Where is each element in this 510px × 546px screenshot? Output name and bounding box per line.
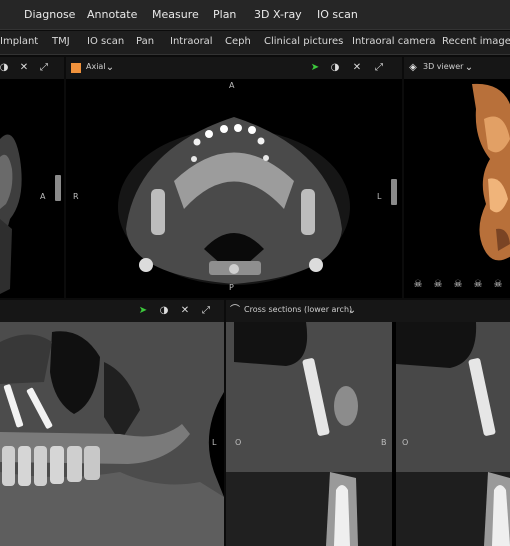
orientation-label-oral: O bbox=[235, 438, 242, 447]
menu-io-scan[interactable]: IO scan bbox=[317, 8, 358, 21]
tab-pan[interactable]: Pan bbox=[136, 36, 154, 47]
tab-clinical-pictures[interactable]: Clinical pictures bbox=[264, 36, 343, 47]
cross-section-slice-1 bbox=[226, 322, 392, 546]
maximize-icon[interactable]: ⤢ bbox=[200, 305, 212, 317]
axial-view-panel[interactable]: Axial ⌄ ➤ ◑ ✕ ⤢ A P R L bbox=[66, 57, 402, 298]
orientation-label-posterior: P bbox=[229, 283, 234, 292]
orientation-label-left: L bbox=[212, 438, 217, 447]
maximize-icon[interactable]: ⤢ bbox=[373, 62, 385, 74]
arch-icon: ⌒ bbox=[230, 305, 240, 316]
workspace-tab-bar: Implant TMJ IO scan Pan Intraoral Ceph C… bbox=[0, 31, 510, 55]
crosshair-icon[interactable]: ✕ bbox=[351, 62, 363, 74]
3d-viewer-title: 3D viewer bbox=[423, 62, 464, 71]
contrast-icon[interactable]: ◑ bbox=[329, 62, 341, 74]
app-window: Diagnose Annotate Measure Plan 3D X-ray … bbox=[0, 0, 510, 546]
tab-tmj[interactable]: TMJ bbox=[52, 36, 70, 47]
orientation-label-anterior: A bbox=[229, 81, 235, 90]
cursor-pointer-icon[interactable]: ➤ bbox=[309, 62, 321, 74]
menu-plan[interactable]: Plan bbox=[213, 8, 236, 21]
axial-view-header: Axial ⌄ ➤ ◑ ✕ ⤢ bbox=[66, 57, 402, 79]
skull-top-icon[interactable]: ☠ bbox=[472, 279, 484, 291]
cube-icon: ◈ bbox=[409, 62, 417, 73]
skull-bottom-icon[interactable]: ☠ bbox=[492, 279, 504, 291]
skull-front-icon[interactable]: ☠ bbox=[412, 279, 424, 291]
chevron-down-icon[interactable]: ⌄ bbox=[346, 305, 358, 317]
tab-recent-images[interactable]: Recent images bbox=[442, 36, 510, 47]
menu-measure[interactable]: Measure bbox=[152, 8, 199, 21]
slice-scrollbar[interactable] bbox=[391, 179, 397, 205]
chevron-down-icon[interactable]: ⌄ bbox=[463, 62, 475, 74]
tab-intraoral-camera[interactable]: Intraoral camera bbox=[352, 36, 436, 47]
3d-viewer-header: ◈ 3D viewer ⌄ bbox=[404, 57, 510, 79]
cross-sections-title: Cross sections (lower arch) bbox=[244, 305, 353, 314]
slice-scrollbar[interactable] bbox=[55, 175, 61, 201]
main-menu-bar: Diagnose Annotate Measure Plan 3D X-ray … bbox=[0, 0, 510, 30]
cross-section-images bbox=[226, 322, 510, 546]
contrast-icon[interactable]: ◑ bbox=[0, 62, 10, 74]
contrast-icon[interactable]: ◑ bbox=[158, 305, 170, 317]
orientation-label-left: L bbox=[377, 192, 382, 201]
sagittal-view-panel[interactable]: ◑ ✕ ⤢ A bbox=[0, 57, 64, 298]
cross-sections-header: ⌒ Cross sections (lower arch) ⌄ bbox=[226, 300, 510, 322]
orientation-label-buccal: B bbox=[381, 438, 387, 447]
chevron-down-icon[interactable]: ⌄ bbox=[104, 62, 116, 74]
cross-sections-panel[interactable]: ⌒ Cross sections (lower arch) ⌄ O B O bbox=[226, 300, 510, 546]
orientation-label-oral: O bbox=[402, 438, 409, 447]
panoramic-view-panel[interactable]: ➤ ◑ ✕ ⤢ L bbox=[0, 300, 224, 546]
tab-io-scan[interactable]: IO scan bbox=[87, 36, 124, 47]
axial-color-swatch bbox=[71, 63, 81, 73]
orientation-label-anterior: A bbox=[40, 192, 46, 201]
3d-viewer-panel[interactable]: ◈ 3D viewer ⌄ ☠ ☠ ☠ ☠ ☠ bbox=[404, 57, 510, 298]
3d-skull-render bbox=[404, 79, 510, 298]
orientation-label-right: R bbox=[73, 192, 79, 201]
sagittal-view-header: ◑ ✕ ⤢ bbox=[0, 57, 64, 79]
panoramic-scan-image bbox=[0, 322, 224, 546]
cursor-pointer-icon[interactable]: ➤ bbox=[137, 305, 149, 317]
tab-ceph[interactable]: Ceph bbox=[225, 36, 251, 47]
maximize-icon[interactable]: ⤢ bbox=[38, 62, 50, 74]
crosshair-icon[interactable]: ✕ bbox=[18, 62, 30, 74]
panoramic-view-header: ➤ ◑ ✕ ⤢ bbox=[0, 300, 224, 322]
tab-intraoral[interactable]: Intraoral bbox=[170, 36, 213, 47]
axial-scan-image bbox=[66, 79, 402, 298]
cross-section-slice-2 bbox=[396, 322, 510, 546]
axial-view-title: Axial bbox=[86, 62, 106, 71]
menu-annotate[interactable]: Annotate bbox=[87, 8, 137, 21]
crosshair-icon[interactable]: ✕ bbox=[179, 305, 191, 317]
skull-left-icon[interactable]: ☠ bbox=[432, 279, 444, 291]
tab-implant[interactable]: Implant bbox=[0, 36, 38, 47]
skull-right-icon[interactable]: ☠ bbox=[452, 279, 464, 291]
menu-3d-xray[interactable]: 3D X-ray bbox=[254, 8, 302, 21]
menu-diagnose[interactable]: Diagnose bbox=[24, 8, 75, 21]
